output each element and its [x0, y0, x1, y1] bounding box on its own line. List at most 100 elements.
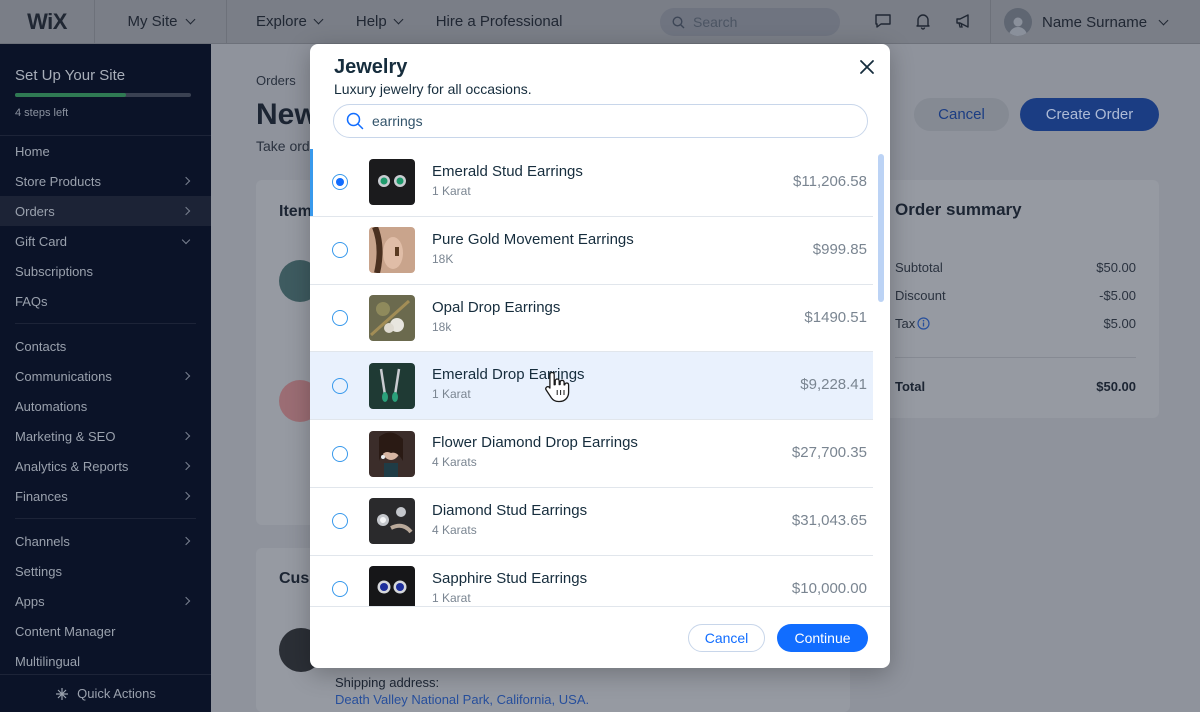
product-thumbnail: [369, 294, 415, 341]
site-selector[interactable]: My Site: [95, 0, 227, 44]
sidebar-item-label: FAQs: [15, 293, 48, 309]
product-search[interactable]: [333, 104, 868, 138]
nav-help-label: Help: [355, 13, 387, 30]
quick-actions-button[interactable]: Quick Actions: [0, 674, 211, 712]
nav-hire-label: Hire a Professional: [435, 13, 563, 30]
radio-unselected[interactable]: [332, 309, 348, 326]
continue-button[interactable]: Continue: [777, 624, 868, 652]
sidebar-item-store-products[interactable]: Store Products: [0, 166, 211, 196]
product-name: Flower Diamond Drop Earrings: [432, 434, 638, 452]
wix-logo[interactable]: WiX: [0, 0, 95, 44]
summary-label: Subtotal: [895, 260, 943, 275]
sidebar-item-subscriptions[interactable]: Subscriptions: [0, 256, 211, 286]
product-row[interactable]: Diamond Stud Earrings 4 Karats $31,043.65: [310, 488, 873, 556]
product-name: Diamond Stud Earrings: [432, 501, 588, 519]
product-price: $999.85: [812, 240, 867, 258]
sidebar-item-multilingual[interactable]: Multilingual: [0, 646, 211, 676]
product-row[interactable]: Emerald Drop Earrings 1 Karat $9,228.41: [310, 352, 873, 421]
radio-unselected[interactable]: [332, 445, 348, 462]
sidebar-item-faqs[interactable]: FAQs: [0, 286, 211, 316]
nav-help[interactable]: Help: [355, 13, 404, 30]
product-variant: 1 Karat: [432, 184, 471, 198]
list-scrollbar[interactable]: [878, 154, 884, 302]
chevron-right-icon: [181, 176, 191, 186]
nav-explore[interactable]: Explore: [256, 13, 324, 30]
sidebar-item-orders[interactable]: Orders: [0, 196, 211, 226]
product-variant: 1 Karat: [432, 387, 471, 402]
summary-total-value: $50.00: [1096, 379, 1136, 394]
product-search-input[interactable]: [372, 113, 832, 129]
radio-unselected[interactable]: [332, 242, 348, 259]
setup-title: Set Up Your Site: [15, 67, 126, 84]
sidebar-item-contacts[interactable]: Contacts: [0, 331, 211, 361]
page-subtitle: Take ord: [256, 138, 310, 154]
sidebar-item-communications[interactable]: Communications: [0, 361, 211, 391]
modal-subtitle: Luxury jewelry for all occasions.: [334, 81, 532, 97]
product-row[interactable]: Emerald Stud Earrings 1 Karat $11,206.58: [310, 149, 873, 217]
chevron-down-icon: [1158, 15, 1169, 25]
info-icon[interactable]: [917, 317, 930, 330]
sidebar-item-finances[interactable]: Finances: [0, 481, 211, 511]
megaphone-icon[interactable]: [952, 10, 974, 32]
radio-unselected[interactable]: [332, 513, 348, 530]
summary-label: Tax: [895, 316, 916, 331]
cancel-button[interactable]: Cancel: [688, 624, 765, 652]
shipping-label: Shipping address:: [335, 675, 440, 690]
sidebar-item-label: Finances: [15, 488, 68, 504]
sidebar-item-label: Marketing & SEO: [15, 428, 116, 444]
chevron-down-icon: [313, 14, 324, 25]
sidebar-item-label: Automations: [15, 398, 88, 414]
sidebar-item-label: Contacts: [15, 338, 67, 354]
user-menu[interactable]: Name Surname: [1004, 8, 1169, 36]
sidebar-item-content-manager[interactable]: Content Manager: [0, 616, 211, 646]
sparkle-icon: [56, 687, 69, 700]
shipping-address[interactable]: Death Valley National Park, California, …: [335, 692, 589, 707]
top-search[interactable]: Search: [660, 8, 840, 36]
sidebar-item-label: Multilingual: [15, 653, 81, 669]
product-thumbnail: [369, 430, 415, 477]
summary-row-tax: Tax $5.00: [895, 316, 1136, 331]
bell-icon[interactable]: [912, 10, 934, 32]
product-row[interactable]: Sapphire Stud Earrings 1 Karat $10,000.00: [310, 556, 873, 606]
chevron-right-icon: [181, 491, 191, 501]
sidebar-item-apps[interactable]: Apps: [0, 586, 211, 616]
product-price: $9,228.41: [800, 376, 867, 394]
product-row[interactable]: Flower Diamond Drop Earrings 4 Karats $27,…: [310, 420, 873, 488]
nav-explore-label: Explore: [256, 13, 307, 30]
product-name: Emerald Drop Earrings: [432, 366, 585, 384]
chevron-right-icon: [181, 461, 191, 471]
close-icon[interactable]: [858, 58, 876, 76]
sidebar-item-automations[interactable]: Automations: [0, 391, 211, 421]
breadcrumb[interactable]: Orders: [256, 73, 296, 88]
product-name: Sapphire Stud Earrings: [432, 569, 588, 587]
summary-value: $5.00: [1103, 316, 1136, 331]
product-row[interactable]: Pure Gold Movement Earrings 18K $999.85: [310, 217, 873, 285]
sidebar-separator: [15, 323, 196, 324]
modal-title: Jewelry: [334, 56, 408, 78]
sidebar-item-analytics-reports[interactable]: Analytics & Reports: [0, 451, 211, 481]
chevron-down-icon: [185, 14, 195, 25]
create-order-button[interactable]: Create Order: [1020, 98, 1159, 131]
product-row[interactable]: Opal Drop Earrings 18k $1490.51: [310, 285, 873, 353]
radio-unselected[interactable]: [332, 581, 348, 598]
cancel-order-button[interactable]: Cancel: [914, 98, 1009, 131]
sidebar-item-home[interactable]: Home: [0, 136, 211, 166]
nav-hire-professional[interactable]: Hire a Professional: [436, 13, 563, 30]
chevron-right-icon: [181, 536, 191, 546]
summary-divider: [895, 357, 1136, 358]
setup-steps-left: 4 steps left: [15, 107, 69, 119]
sidebar-item-marketing-seo[interactable]: Marketing & SEO: [0, 421, 211, 451]
modal-footer: Cancel Continue: [310, 606, 890, 668]
chat-icon[interactable]: [872, 10, 894, 32]
setup-progress-bar: [15, 93, 191, 97]
sidebar-item-gift-card[interactable]: Gift Card: [0, 226, 211, 256]
radio-selected[interactable]: [332, 174, 348, 191]
sidebar-item-settings[interactable]: Settings: [0, 556, 211, 586]
radio-unselected[interactable]: [332, 377, 348, 394]
sidebar-separator: [15, 518, 196, 519]
top-nav: Explore Help Hire a Professional: [227, 0, 596, 44]
product-price: $10,000.00: [791, 579, 867, 597]
sidebar-item-channels[interactable]: Channels: [0, 526, 211, 556]
setup-panel[interactable]: Set Up Your Site 4 steps left: [0, 44, 211, 136]
sidebar-item-label: Subscriptions: [15, 263, 94, 279]
